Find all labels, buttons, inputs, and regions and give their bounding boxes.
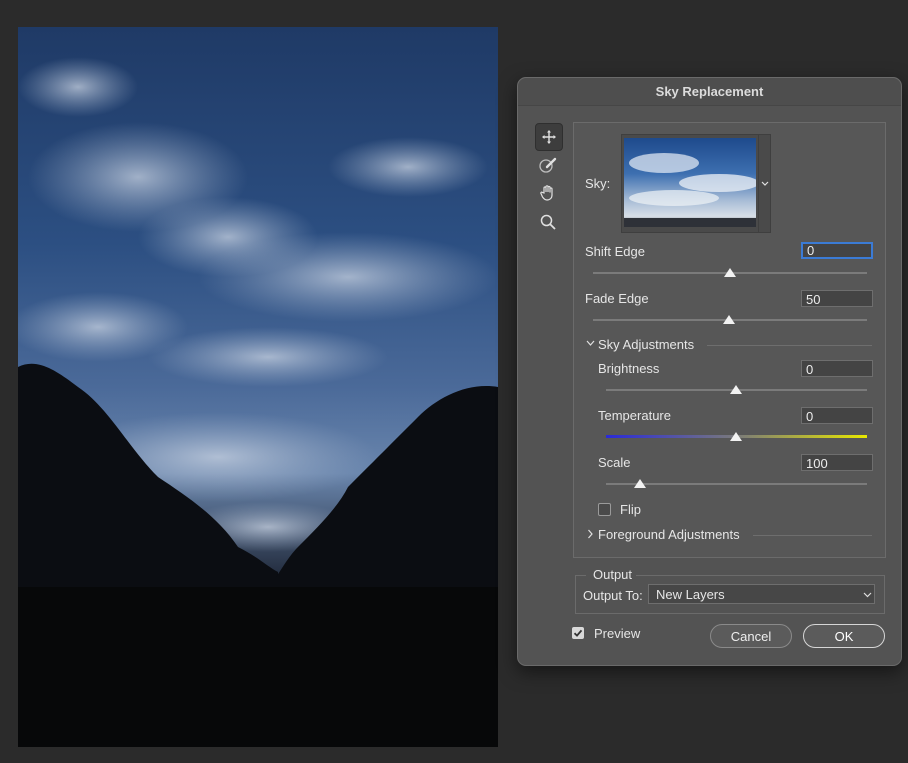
preview-checkbox[interactable] — [572, 627, 584, 639]
sky-adjustments-header[interactable]: Sky Adjustments — [585, 336, 885, 354]
sky-adjustments-label: Sky Adjustments — [598, 337, 695, 352]
sky-thumbnail — [624, 138, 756, 227]
foreground-adjustments-label: Foreground Adjustments — [598, 527, 740, 542]
temperature-slider-thumb[interactable] — [730, 432, 742, 441]
sky-brush-icon[interactable] — [535, 152, 561, 178]
shift-edge-input[interactable]: 0 — [801, 242, 873, 259]
section-divider — [753, 535, 872, 536]
settings-panel: Sky: Shift Edge 0 Fade Edge 50 Sky Adjus… — [573, 122, 886, 558]
zoom-icon[interactable] — [535, 209, 561, 235]
cancel-button[interactable]: Cancel — [710, 624, 792, 648]
preview-label: Preview — [594, 626, 641, 641]
sky-dropdown-button[interactable] — [758, 135, 770, 232]
fade-edge-label: Fade Edge — [585, 291, 649, 306]
sky-label: Sky: — [585, 176, 611, 191]
chevron-down-icon — [586, 340, 595, 346]
sky-replacement-dialog: Sky Replacement Sky: Shift Edge 0 Fade E… — [517, 77, 902, 666]
chevron-down-icon — [863, 592, 872, 598]
chevron-right-icon — [588, 529, 593, 539]
move-sky-icon[interactable] — [535, 123, 563, 151]
section-divider — [707, 345, 872, 346]
flip-checkbox[interactable] — [598, 503, 611, 516]
ok-button[interactable]: OK — [803, 624, 885, 648]
output-group: Output Output To: New Layers — [575, 567, 885, 614]
hand-icon[interactable] — [535, 180, 561, 206]
scale-slider-thumb[interactable] — [634, 479, 646, 488]
fade-edge-slider-thumb[interactable] — [723, 315, 735, 324]
sky-photo — [18, 57, 498, 747]
output-to-label: Output To: — [583, 588, 643, 603]
sky-preset-picker[interactable] — [621, 134, 771, 233]
scale-label: Scale — [598, 455, 631, 470]
flip-label: Flip — [620, 502, 641, 517]
shift-edge-label: Shift Edge — [585, 244, 645, 259]
brightness-label: Brightness — [598, 361, 660, 376]
output-to-select[interactable]: New Layers — [648, 584, 875, 604]
temperature-input[interactable]: 0 — [801, 407, 873, 424]
checkmark-icon — [573, 629, 583, 637]
dialog-title: Sky Replacement — [518, 78, 901, 106]
brightness-slider-thumb[interactable] — [730, 385, 742, 394]
scale-input[interactable]: 100 — [801, 454, 873, 471]
chevron-down-icon — [761, 181, 768, 186]
foreground-adjustments-header[interactable]: Foreground Adjustments — [585, 526, 885, 544]
output-section-label: Output — [593, 567, 633, 582]
image-canvas[interactable] — [18, 27, 498, 747]
fade-edge-input[interactable]: 50 — [801, 290, 873, 307]
output-to-value: New Layers — [656, 587, 725, 602]
shift-edge-slider-thumb[interactable] — [724, 268, 736, 277]
temperature-label: Temperature — [598, 408, 671, 423]
brightness-input[interactable]: 0 — [801, 360, 873, 377]
